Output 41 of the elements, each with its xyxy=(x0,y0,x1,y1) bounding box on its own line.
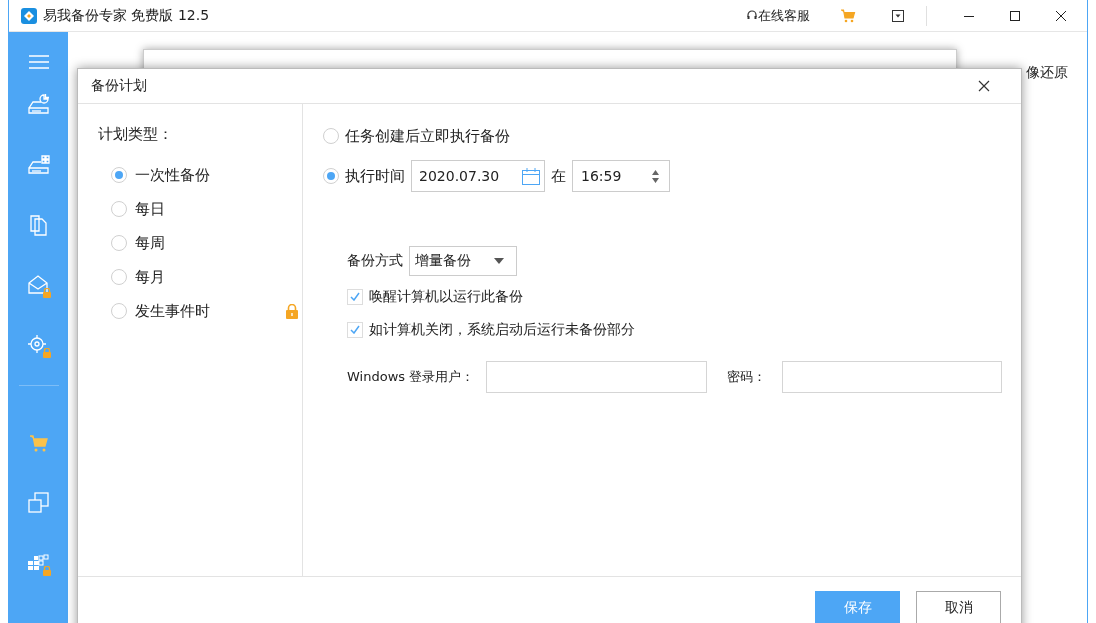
at-label: 在 xyxy=(551,166,566,186)
plan-type-label: 计划类型： xyxy=(98,125,174,144)
plan-type-radio[interactable]: 一次性备份 xyxy=(111,165,210,185)
time-field[interactable]: 16:59 xyxy=(572,160,670,192)
caret-icon xyxy=(494,258,504,264)
check-icon xyxy=(350,325,360,334)
dropdown-menu-icon[interactable] xyxy=(892,9,904,22)
app-logo-icon xyxy=(21,7,37,24)
online-support-button[interactable]: 在线客服 xyxy=(747,6,810,25)
option-checkbox[interactable]: 唤醒计算机以运行此备份 xyxy=(347,284,1021,309)
backup-mode-label: 备份方式 xyxy=(347,252,403,270)
calendar-icon[interactable] xyxy=(522,167,540,185)
plan-type-radio[interactable]: 每月 xyxy=(111,267,165,287)
run-option-radio[interactable]: 执行时间 xyxy=(323,166,405,186)
dialog-title: 备份计划 xyxy=(91,77,147,95)
cancel-button[interactable]: 取消 xyxy=(916,591,1001,623)
envelope-icon[interactable] xyxy=(26,273,51,297)
window-title: 易我备份专家 免费版 12.5 xyxy=(43,6,210,25)
maximize-icon[interactable] xyxy=(1010,10,1020,21)
drive-icon[interactable] xyxy=(26,93,51,117)
plan-type-radio[interactable]: 发生事件时 xyxy=(111,301,210,321)
plan-type-radio[interactable]: 每周 xyxy=(111,233,165,253)
run-option-radio[interactable]: 任务创建后立即执行备份 xyxy=(323,126,510,146)
headset-icon xyxy=(747,10,757,21)
cart-icon[interactable] xyxy=(840,8,856,23)
close-icon[interactable] xyxy=(978,80,990,92)
restore-label: 像还原 xyxy=(1026,64,1068,82)
login-user-label: Windows 登录用户： xyxy=(347,368,475,386)
password-input-field[interactable] xyxy=(782,361,1003,393)
check-icon xyxy=(350,292,360,301)
close-icon[interactable] xyxy=(1056,10,1066,21)
menu-icon[interactable] xyxy=(28,55,49,69)
plan-type-radio[interactable]: 每日 xyxy=(111,199,165,219)
spinner-arrows-icon[interactable] xyxy=(652,169,659,183)
date-field[interactable]: 2020.07.30 xyxy=(411,160,545,192)
drive-icon[interactable] xyxy=(26,153,51,177)
copy-icon[interactable] xyxy=(26,491,51,515)
option-checkbox[interactable]: 如计算机关闭，系统启动后运行未备份部分 xyxy=(347,317,1021,342)
backup-mode-dropdown[interactable]: 增量备份 xyxy=(409,246,517,276)
password-label: 密码： xyxy=(727,368,767,386)
user-input-field[interactable] xyxy=(486,361,708,393)
